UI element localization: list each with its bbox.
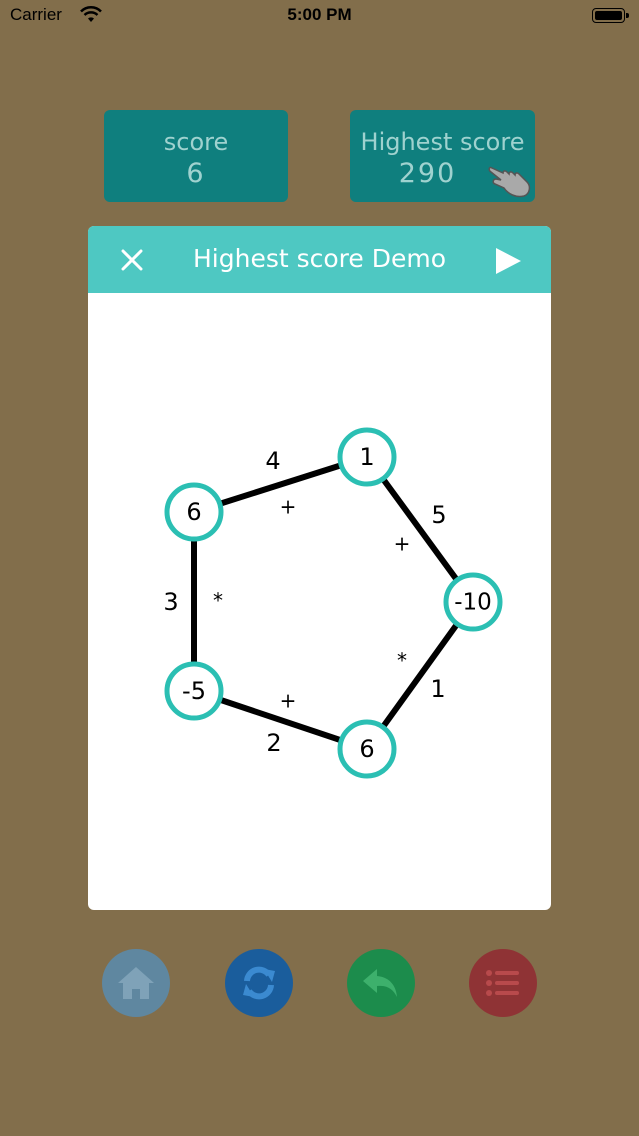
- node-value: 6: [359, 735, 374, 763]
- home-icon: [118, 967, 154, 999]
- battery-icon: [592, 8, 629, 23]
- undo-button[interactable]: [347, 949, 415, 1017]
- menu-button[interactable]: [469, 949, 537, 1017]
- play-icon[interactable]: [493, 246, 523, 276]
- node-left-bottom[interactable]: -5: [164, 661, 224, 721]
- node-value: -5: [182, 677, 206, 705]
- node-left-top[interactable]: 6: [164, 482, 224, 542]
- refresh-icon: [243, 966, 275, 1000]
- node-bottom[interactable]: 6: [337, 719, 397, 779]
- demo-dialog: Highest score Demo: [88, 226, 551, 910]
- node-top[interactable]: 1: [337, 427, 397, 487]
- status-bar: Carrier 5:00 PM: [0, 0, 639, 34]
- refresh-button[interactable]: [225, 949, 293, 1017]
- score-label: score: [163, 128, 229, 156]
- current-score-box: score 6: [104, 110, 288, 202]
- status-time: 5:00 PM: [287, 5, 352, 24]
- dialog-title: Highest score Demo: [192, 244, 446, 273]
- dialog-header: Highest score Demo: [88, 226, 551, 293]
- score-value: 6: [186, 158, 206, 189]
- highest-score-label: Highest score: [360, 128, 525, 156]
- list-icon: [486, 970, 519, 996]
- node-right[interactable]: -10: [443, 572, 503, 632]
- home-button[interactable]: [102, 949, 170, 1017]
- node-value: 1: [359, 443, 374, 471]
- node-value: -10: [454, 590, 492, 616]
- hand-pointer-icon: [488, 166, 531, 198]
- undo-icon: [363, 969, 397, 997]
- node-value: 6: [186, 498, 201, 526]
